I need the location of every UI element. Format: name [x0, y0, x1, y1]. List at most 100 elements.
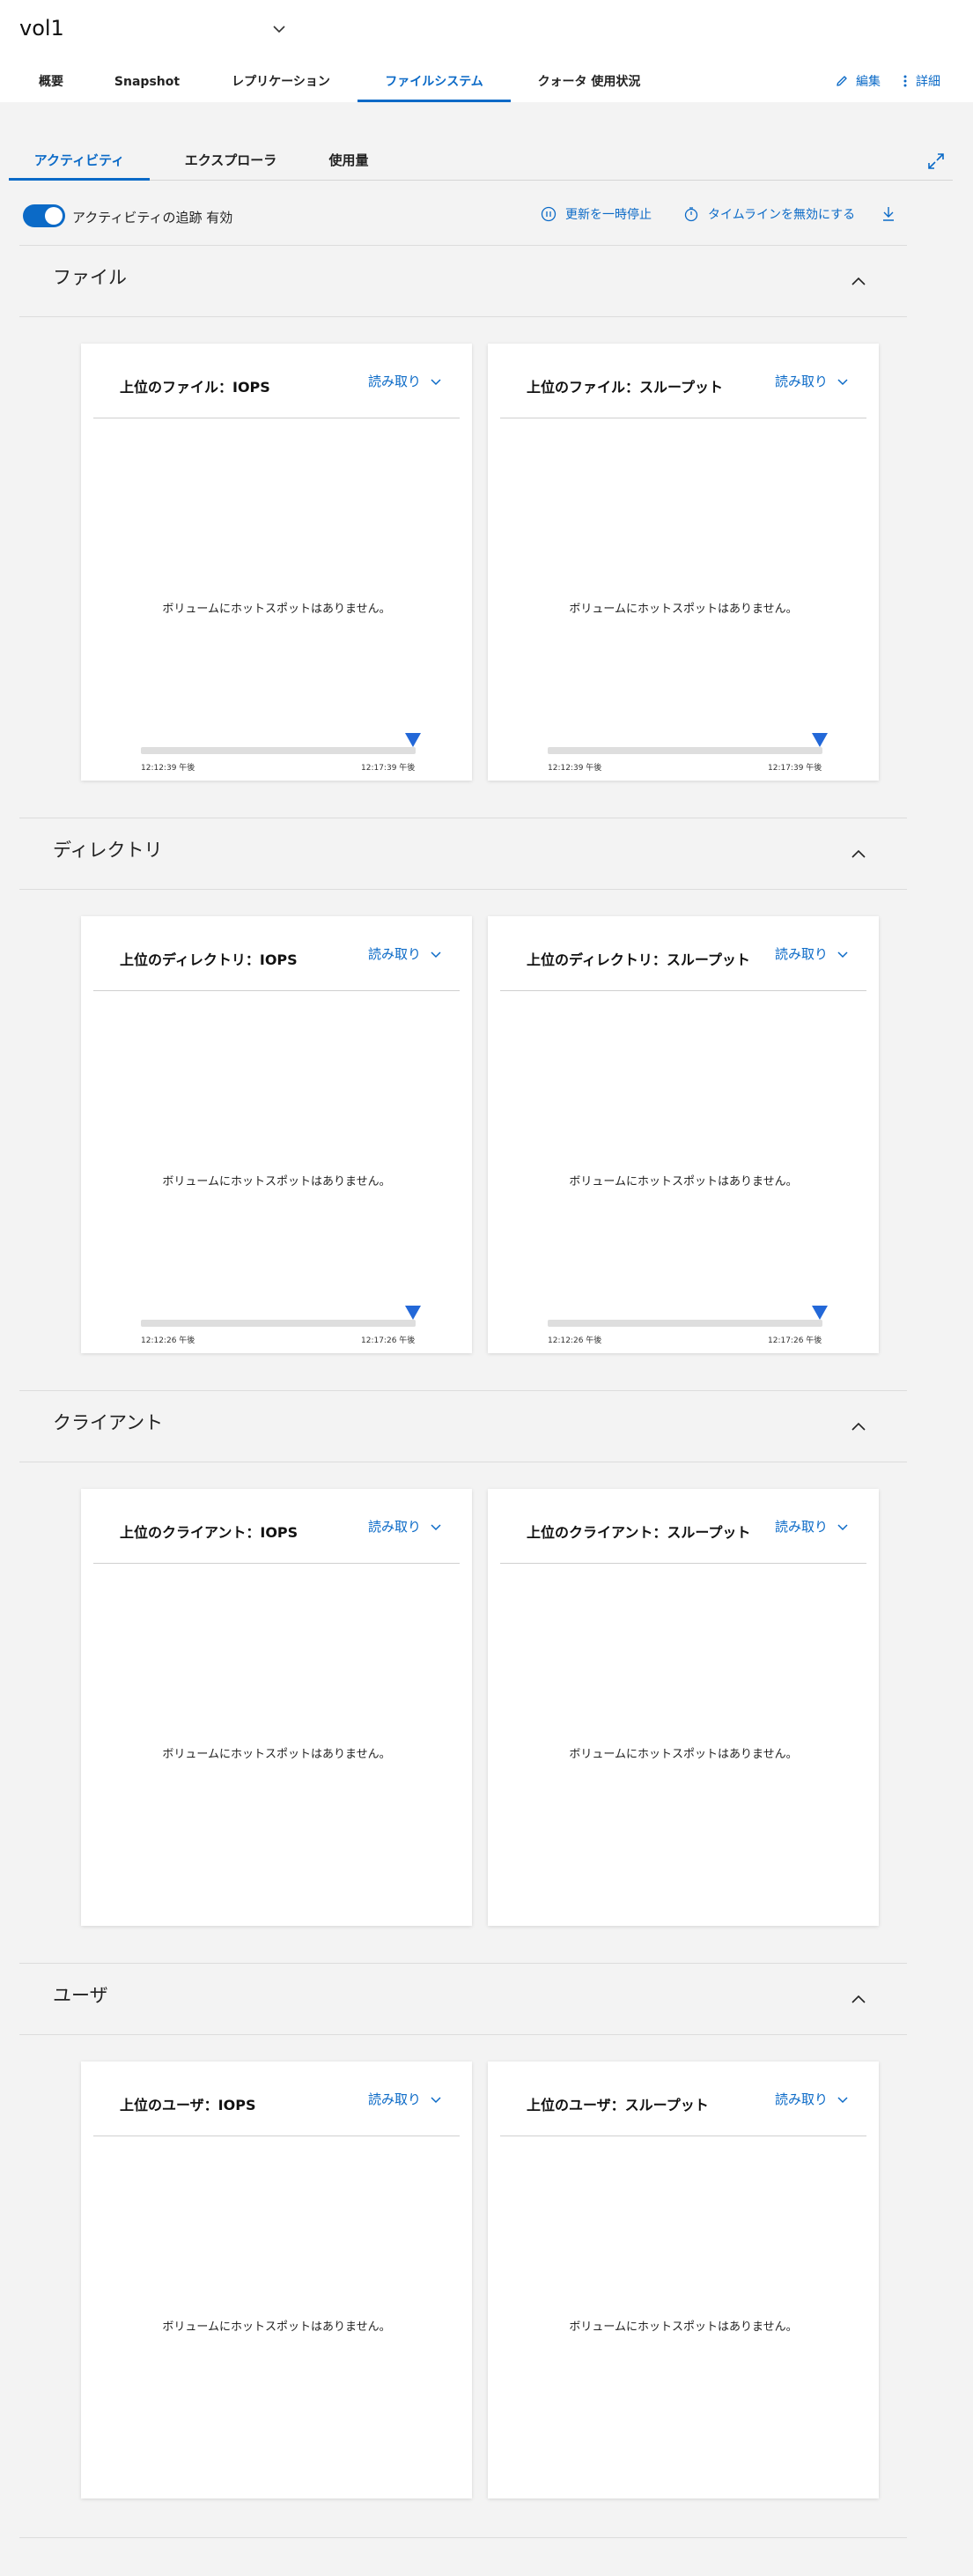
card-title: 上位のユーザ：スループット — [527, 2097, 709, 2113]
read-dropdown-label: 読み取り — [368, 2091, 422, 2107]
chevron-up-icon[interactable] — [849, 845, 868, 864]
subtab-bar: アクティビティ エクスプローラ 使用量 — [9, 143, 953, 181]
disable-timeline-button[interactable]: タイムラインを無効にする — [683, 204, 855, 224]
read-dropdown-label: 読み取り — [775, 1519, 829, 1535]
stopwatch-icon — [684, 207, 698, 222]
page-header: vol1 概要 Snapshot レプリケーション ファイルシステム クォータ … — [0, 0, 973, 102]
timeline-handle[interactable] — [405, 1306, 421, 1320]
details-button[interactable]: 詳細 — [902, 72, 940, 90]
details-label: 詳細 — [916, 75, 940, 89]
card-title: 上位のファイル：IOPS — [120, 379, 270, 396]
timeline-handle[interactable] — [812, 1306, 828, 1320]
chevron-up-icon[interactable] — [849, 1990, 868, 2010]
tab-overview[interactable]: 概要 — [26, 67, 76, 102]
tab-replication[interactable]: レプリケーション — [217, 67, 345, 102]
chevron-down-icon[interactable] — [271, 21, 287, 37]
chart-card: 上位のクライアント：IOPS 読み取り ボリュームにホットスポットはありません。 — [81, 1489, 472, 1926]
chevron-down-icon — [837, 951, 848, 958]
empty-message: ボリュームにホットスポットはありません。 — [569, 2321, 798, 2334]
divider — [93, 990, 460, 991]
card-title: 上位のディレクトリ：IOPS — [120, 951, 298, 968]
read-dropdown-label: 読み取り — [368, 1519, 422, 1535]
empty-message: ボリュームにホットスポットはありません。 — [162, 603, 391, 616]
timeline-handle[interactable] — [812, 733, 828, 747]
timeline-bar[interactable] — [548, 747, 822, 754]
card-title: 上位のファイル：スループット — [527, 379, 724, 396]
chevron-down-icon — [431, 951, 441, 958]
timeline-handle[interactable] — [405, 733, 421, 747]
volume-title: vol1 — [19, 16, 64, 41]
timeline-bar[interactable] — [141, 747, 416, 754]
chevron-down-icon — [431, 1523, 441, 1530]
read-dropdown[interactable]: 読み取り — [775, 1517, 849, 1536]
card-title: 上位のクライアント：スループット — [527, 1524, 751, 1541]
timeline-end-label: 12:17:26 午後 — [768, 1336, 822, 1345]
pause-circle-icon — [541, 206, 557, 222]
read-dropdown-label: 読み取り — [775, 2091, 829, 2107]
section-title: ユーザ — [53, 1985, 108, 2006]
subtab-usage[interactable]: 使用量 — [313, 143, 384, 178]
tab-snapshot[interactable]: Snapshot — [104, 67, 190, 102]
empty-message: ボリュームにホットスポットはありません。 — [162, 2321, 391, 2334]
section-files: ファイル 上位のファイル：IOPS 読み取り ボリュームにホットスポットはありま… — [19, 245, 907, 818]
pause-updates-label: 更新を一時停止 — [565, 208, 652, 222]
timeline-start-label: 12:12:26 午後 — [141, 1336, 195, 1345]
read-dropdown-label: 読み取り — [775, 946, 829, 962]
toggle-knob — [45, 207, 63, 225]
activity-tracking-toggle[interactable] — [23, 204, 65, 227]
chevron-down-icon — [431, 378, 441, 385]
tab-filesystem[interactable]: ファイルシステム — [358, 67, 511, 102]
tab-quota-usage[interactable]: クォータ 使用状況 — [527, 67, 652, 102]
expand-icon[interactable] — [926, 152, 946, 171]
empty-message: ボリュームにホットスポットはありません。 — [569, 1748, 798, 1761]
chevron-down-icon — [837, 1523, 848, 1530]
section-title: ディレクトリ — [53, 840, 163, 861]
pause-updates-button[interactable]: 更新を一時停止 — [541, 204, 652, 224]
chevron-up-icon[interactable] — [849, 272, 868, 292]
chart-card: 上位のファイル：スループット 読み取り ボリュームにホットスポットはありません。… — [488, 344, 879, 781]
timeline-bar[interactable] — [141, 1320, 416, 1327]
download-icon[interactable] — [881, 205, 896, 223]
read-dropdown[interactable]: 読み取り — [368, 1517, 442, 1536]
read-dropdown[interactable]: 読み取り — [368, 2090, 442, 2108]
empty-message: ボリュームにホットスポットはありません。 — [162, 1748, 391, 1761]
pencil-icon — [837, 76, 847, 86]
edit-button[interactable]: 編集 — [835, 72, 881, 90]
divider — [19, 2537, 907, 2538]
empty-message: ボリュームにホットスポットはありません。 — [569, 603, 798, 616]
read-dropdown[interactable]: 読み取り — [368, 944, 442, 963]
chevron-down-icon — [837, 378, 848, 385]
card-title: 上位のクライアント：IOPS — [120, 1524, 299, 1541]
timeline-end-label: 12:17:39 午後 — [768, 764, 822, 773]
section-title: ファイル — [53, 267, 127, 288]
section-header[interactable]: ファイル — [19, 245, 907, 317]
section-users: ユーザ 上位のユーザ：IOPS 読み取り ボリュームにホットスポットはありません… — [19, 1963, 907, 2535]
chart-card: 上位のファイル：IOPS 読み取り ボリュームにホットスポットはありません。 1… — [81, 344, 472, 781]
read-dropdown[interactable]: 読み取り — [775, 944, 849, 963]
chart-card: 上位のディレクトリ：IOPS 読み取り ボリュームにホットスポットはありません。… — [81, 916, 472, 1353]
chart-card: 上位のユーザ：IOPS 読み取り ボリュームにホットスポットはありません。 — [81, 2062, 472, 2498]
section-header[interactable]: ユーザ — [19, 1963, 907, 2035]
read-dropdown-label: 読み取り — [368, 946, 422, 962]
activity-tracking-label: アクティビティの追跡 有効 — [72, 210, 233, 226]
kebab-icon — [903, 75, 907, 87]
subtab-activity[interactable]: アクティビティ — [9, 143, 150, 181]
section-title: クライアント — [53, 1412, 164, 1433]
subtab-explorer[interactable]: エクスプローラ — [171, 143, 291, 178]
chevron-up-icon[interactable] — [849, 1418, 868, 1437]
chart-card: 上位のクライアント：スループット 読み取り ボリュームにホットスポットはありませ… — [488, 1489, 879, 1926]
empty-message: ボリュームにホットスポットはありません。 — [569, 1175, 798, 1188]
section-header[interactable]: クライアント — [19, 1390, 907, 1462]
chart-card: 上位のディレクトリ：スループット 読み取り ボリュームにホットスポットはありませ… — [488, 916, 879, 1353]
empty-message: ボリュームにホットスポットはありません。 — [162, 1175, 391, 1188]
read-dropdown[interactable]: 読み取り — [775, 2090, 849, 2108]
chevron-down-icon — [837, 2096, 848, 2103]
read-dropdown[interactable]: 読み取り — [775, 372, 849, 390]
section-directories: ディレクトリ 上位のディレクトリ：IOPS 読み取り ボリュームにホットスポット… — [19, 818, 907, 1390]
edit-label: 編集 — [856, 75, 881, 89]
timeline-bar[interactable] — [548, 1320, 822, 1327]
section-header[interactable]: ディレクトリ — [19, 818, 907, 890]
card-title: 上位のユーザ：IOPS — [120, 2097, 256, 2113]
timeline-end-label: 12:17:39 午後 — [361, 764, 416, 773]
read-dropdown[interactable]: 読み取り — [368, 372, 442, 390]
